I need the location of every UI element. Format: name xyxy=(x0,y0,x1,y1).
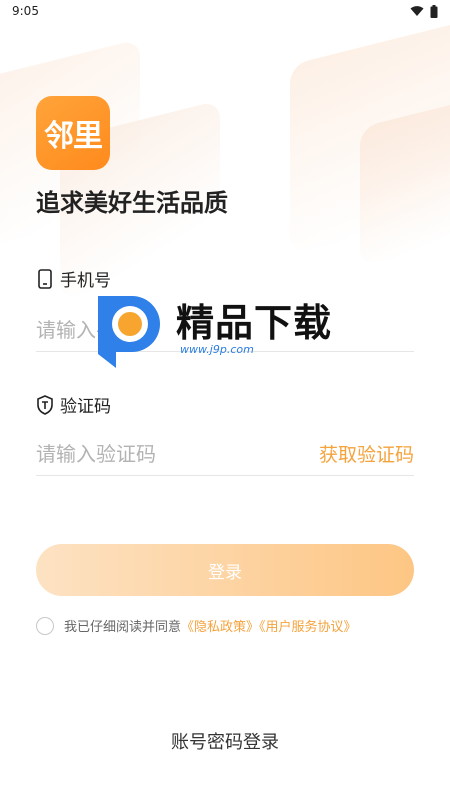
status-bar: 9:05 xyxy=(0,0,450,22)
phone-icon xyxy=(38,268,52,289)
app-logo-text: 邻里 xyxy=(44,119,103,154)
watermark-logo-icon xyxy=(98,296,160,368)
code-input[interactable] xyxy=(36,441,319,466)
status-time: 9:05 xyxy=(12,4,39,18)
agreement-row: 我已仔细阅读并同意《隐私政策》《用户服务协议》 xyxy=(36,616,357,635)
privacy-policy-link[interactable]: 《隐私政策》 xyxy=(181,620,259,635)
watermark-title: 精品下载 xyxy=(176,300,333,345)
code-label: 验证码 xyxy=(36,392,111,417)
code-label-text: 验证码 xyxy=(60,397,111,417)
shield-icon xyxy=(37,394,53,415)
password-login-link[interactable]: 账号密码登录 xyxy=(0,728,450,754)
agreement-text: 我已仔细阅读并同意 xyxy=(64,620,182,635)
login-button[interactable]: 登录 xyxy=(36,544,414,596)
watermark-url: www.j9p.com xyxy=(180,343,254,357)
app-slogan: 追求美好生活品质 xyxy=(36,189,228,217)
phone-label-text: 手机号 xyxy=(60,271,111,291)
phone-label: 手机号 xyxy=(36,266,111,291)
app-logo: 邻里 xyxy=(36,96,110,170)
watermark: 精品下载 www.j9p.com xyxy=(92,290,332,370)
code-input-row: 获取验证码 xyxy=(36,432,414,476)
agreement-checkbox[interactable] xyxy=(36,616,54,635)
get-code-button[interactable]: 获取验证码 xyxy=(319,440,414,467)
service-agreement-link[interactable]: 《用户服务协议》 xyxy=(259,620,357,635)
wifi-icon xyxy=(410,6,424,16)
battery-icon xyxy=(430,4,438,18)
